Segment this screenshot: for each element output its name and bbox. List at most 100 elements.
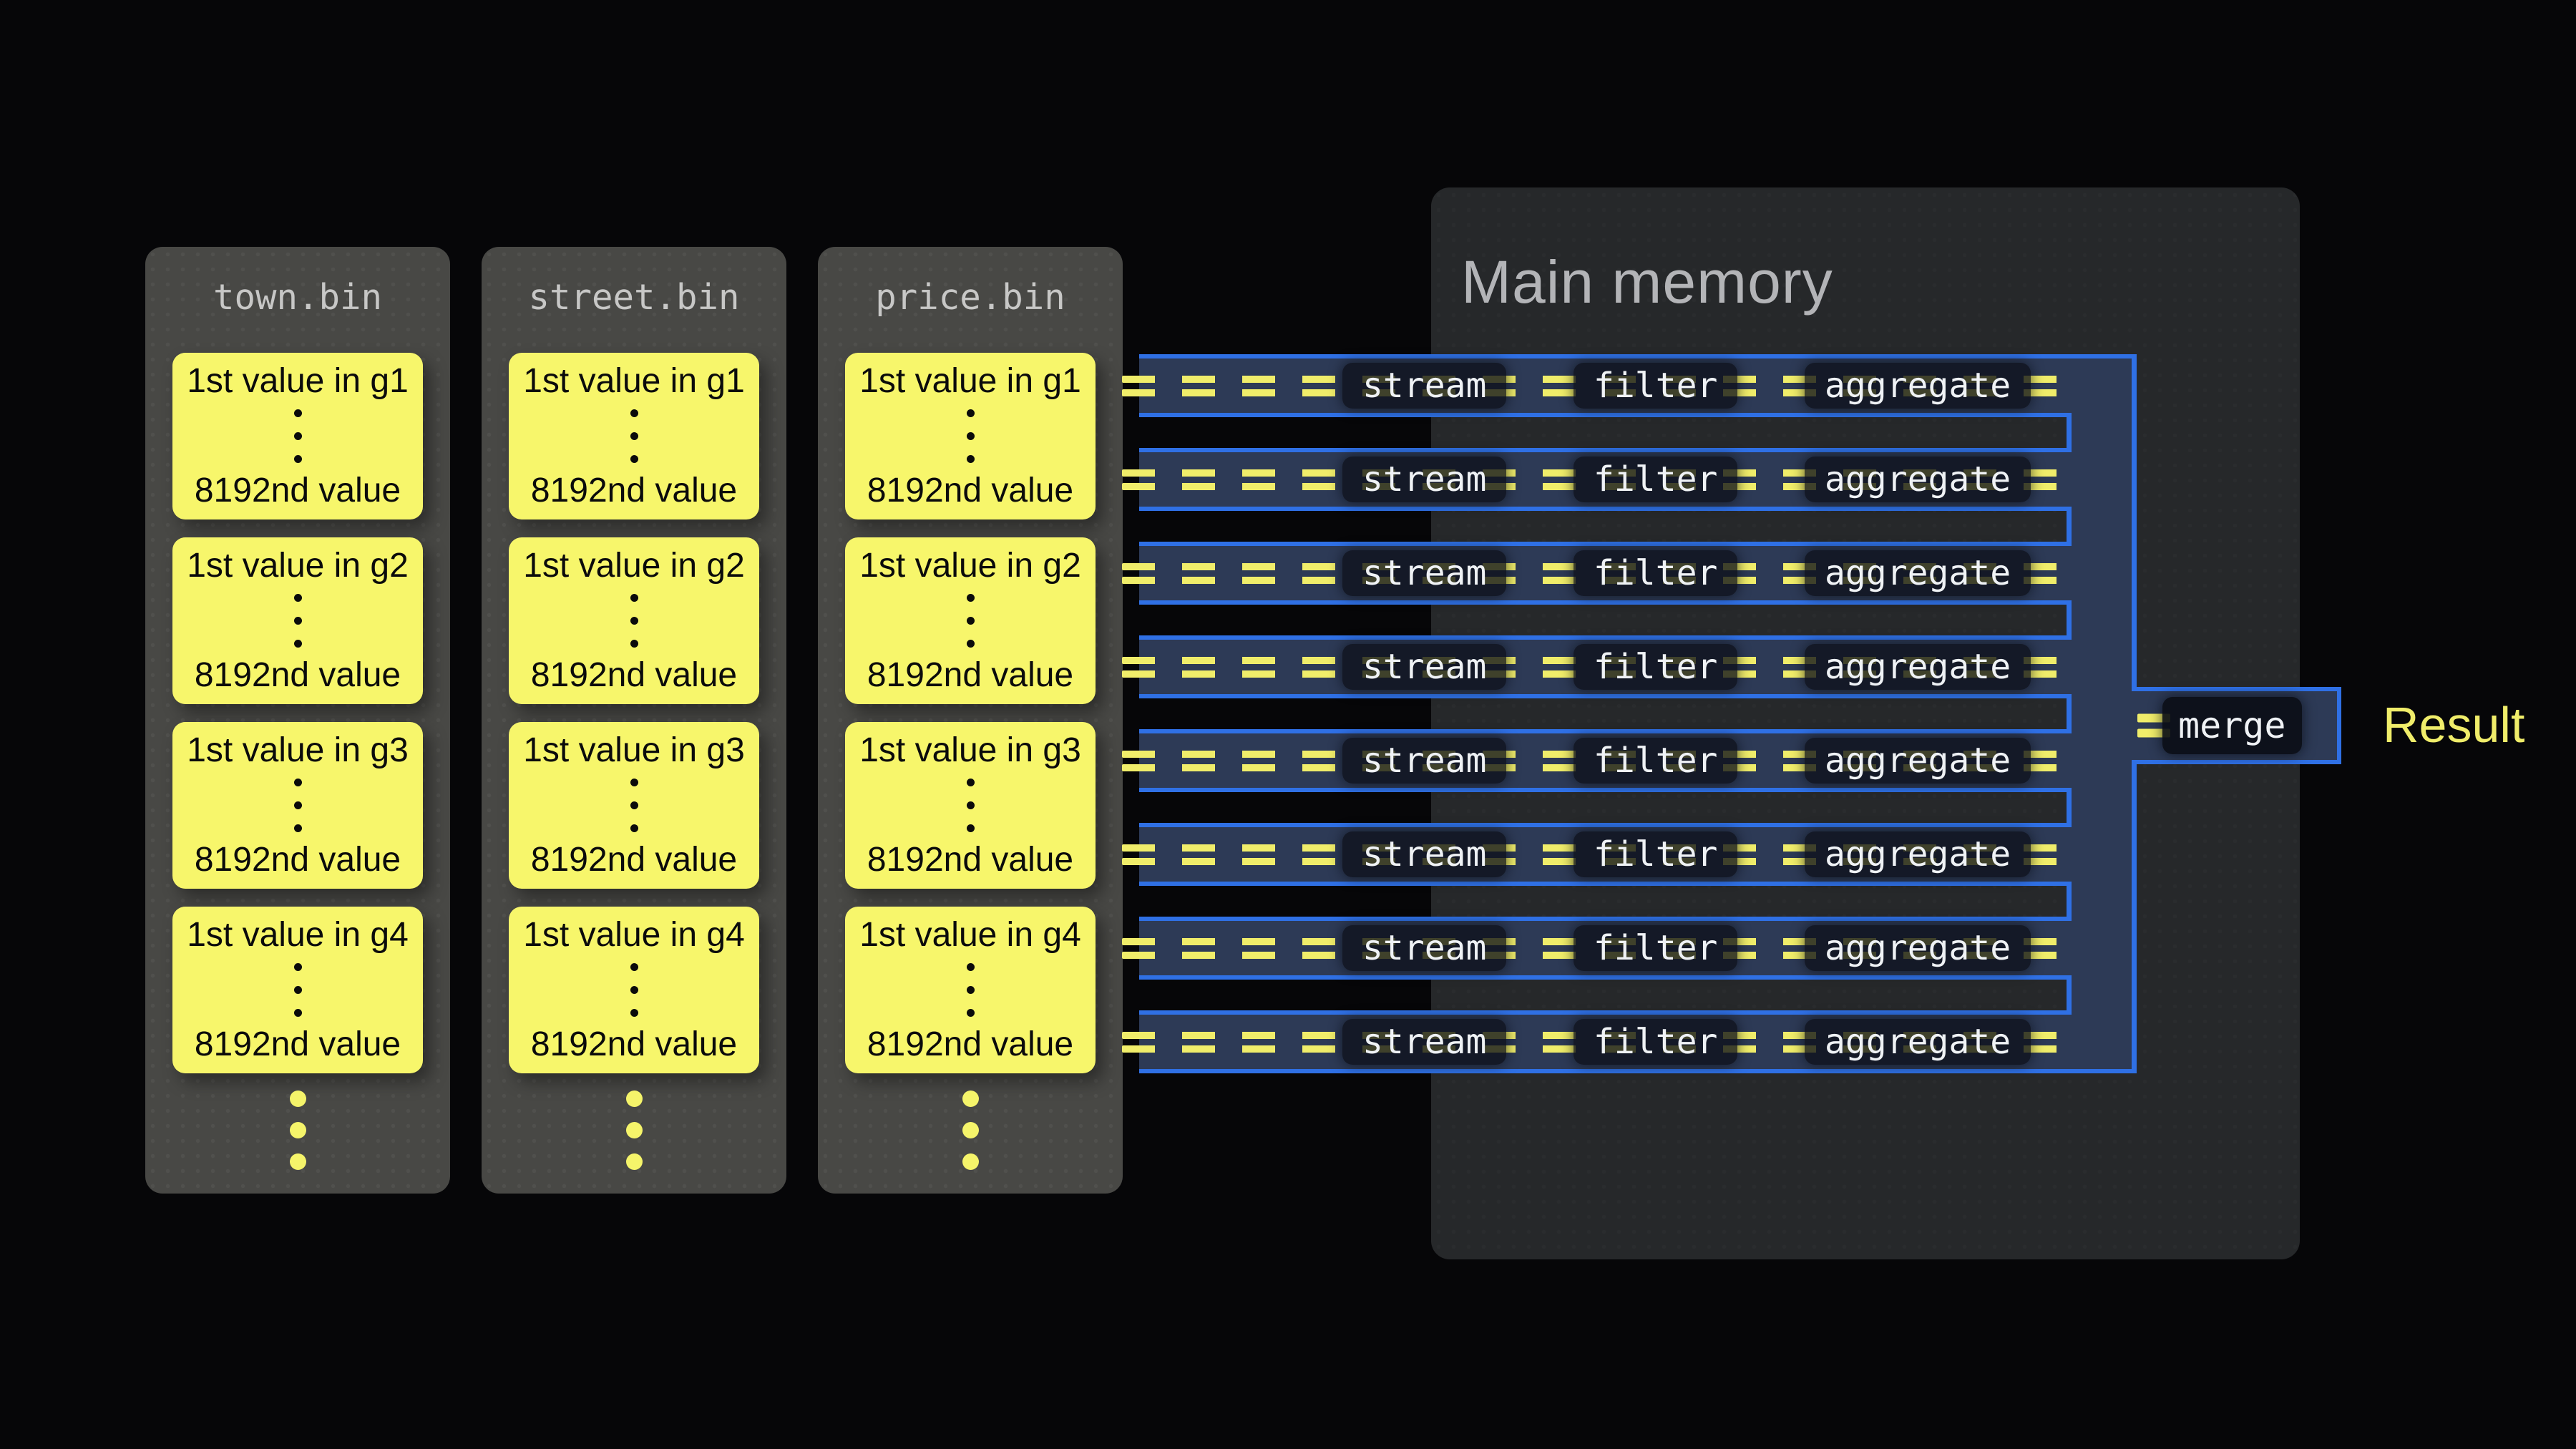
stage-chip-aggregate: aggregate [1805,457,2031,502]
stage-chip-stream: stream [1342,457,1506,502]
stage-chip-stream: stream [1342,550,1506,596]
vertical-ellipsis-icon [294,585,302,657]
more-groups-ellipsis-icon [145,1091,450,1170]
pipeline-row: stream filter aggregate [1139,823,2072,886]
group-last-value-label: 8192nd value [195,1026,401,1063]
value-group-box: 1st value in g4 8192nd value [845,907,1096,1073]
pipeline-row: stream filter aggregate [1139,354,2072,417]
group-first-value-label: 1st value in g4 [859,917,1081,954]
group-last-value-label: 8192nd value [867,1026,1073,1063]
vertical-ellipsis-icon [630,769,638,841]
stage-chip-filter: filter [1574,644,1737,690]
group-last-value-label: 8192nd value [867,841,1073,879]
pipeline-comb: stream filter aggregate stream filter ag… [1139,354,2356,1073]
vertical-ellipsis-icon [967,400,975,472]
stage-chip-aggregate: aggregate [1805,644,2031,690]
group-last-value-label: 8192nd value [531,1026,737,1063]
file-name-label: price.bin [818,280,1123,315]
pipeline-row: stream filter aggregate [1139,542,2072,605]
pipeline-row: stream filter aggregate [1139,729,2072,792]
value-group-box: 1st value in g3 8192nd value [172,722,423,889]
group-first-value-label: 1st value in g2 [187,547,409,585]
group-last-value-label: 8192nd value [195,841,401,879]
value-group-box: 1st value in g1 8192nd value [172,353,423,519]
vertical-ellipsis-icon [967,954,975,1026]
stage-chip-stream: stream [1342,363,1506,409]
group-first-value-label: 1st value in g1 [523,363,745,400]
more-groups-ellipsis-icon [818,1091,1123,1170]
stage-chip-aggregate: aggregate [1805,363,2031,409]
group-last-value-label: 8192nd value [531,841,737,879]
value-group-box: 1st value in g1 8192nd value [845,353,1096,519]
pipeline-divider [2067,600,2072,640]
group-first-value-label: 1st value in g2 [859,547,1081,585]
group-first-value-label: 1st value in g4 [523,917,745,954]
group-first-value-label: 1st value in g1 [859,363,1081,400]
stage-chip-stream: stream [1342,644,1506,690]
pipeline-trunk [2072,354,2137,1073]
stage-chip-filter: filter [1574,457,1737,502]
group-last-value-label: 8192nd value [531,472,737,509]
group-last-value-label: 8192nd value [195,657,401,694]
file-name-label: town.bin [145,280,450,315]
group-last-value-label: 8192nd value [195,472,401,509]
stage-chip-merge: merge [2162,697,2302,754]
group-last-value-label: 8192nd value [531,657,737,694]
vertical-ellipsis-icon [294,400,302,472]
result-label: Result [2383,698,2524,753]
vertical-ellipsis-icon [294,954,302,1026]
vertical-ellipsis-icon [630,585,638,657]
file-column-town: town.bin 1st value in g1 8192nd value 1s… [145,247,450,1194]
file-name-label: street.bin [482,280,786,315]
group-first-value-label: 1st value in g3 [187,732,409,769]
merge-connector: merge [2132,687,2341,764]
file-column-price: price.bin 1st value in g1 8192nd value 1… [818,247,1123,1194]
pipeline-row: stream filter aggregate [1139,448,2072,511]
pipeline-row: stream filter aggregate [1139,635,2072,698]
vertical-ellipsis-icon [967,769,975,841]
group-first-value-label: 1st value in g2 [523,547,745,585]
value-group-box: 1st value in g2 8192nd value [172,537,423,704]
stage-chip-aggregate: aggregate [1805,925,2031,971]
columnar-query-pipeline-diagram: Main memory town.bin 1st value in g1 819… [0,0,2576,1449]
group-last-value-label: 8192nd value [867,472,1073,509]
more-groups-ellipsis-icon [482,1091,786,1170]
pipeline-row: stream filter aggregate [1139,1010,2072,1073]
stage-chip-filter: filter [1574,363,1737,409]
pipeline-divider [2067,413,2072,452]
stage-chip-filter: filter [1574,831,1737,877]
pipeline-trunk-border [2132,354,2137,687]
stage-chip-stream: stream [1342,738,1506,784]
stage-chip-aggregate: aggregate [1805,738,2031,784]
stage-chip-filter: filter [1574,738,1737,784]
pipeline-divider [2067,788,2072,827]
pipeline-divider [2067,882,2072,921]
pipeline-row: stream filter aggregate [1139,917,2072,980]
value-group-box: 1st value in g4 8192nd value [509,907,759,1073]
group-first-value-label: 1st value in g1 [187,363,409,400]
value-group-box: 1st value in g2 8192nd value [509,537,759,704]
stage-chip-filter: filter [1574,550,1737,596]
value-group-box: 1st value in g4 8192nd value [172,907,423,1073]
pipeline-divider [2067,507,2072,546]
group-first-value-label: 1st value in g4 [187,917,409,954]
group-first-value-label: 1st value in g3 [523,732,745,769]
vertical-ellipsis-icon [630,400,638,472]
pipeline-trunk-border [2132,764,2137,1073]
stage-chip-aggregate: aggregate [1805,550,2031,596]
stage-chip-filter: filter [1574,925,1737,971]
stage-chip-filter: filter [1574,1019,1737,1065]
group-first-value-label: 1st value in g3 [859,732,1081,769]
stage-chip-aggregate: aggregate [1805,1019,2031,1065]
value-group-box: 1st value in g2 8192nd value [845,537,1096,704]
stage-chip-stream: stream [1342,831,1506,877]
file-column-street: street.bin 1st value in g1 8192nd value … [482,247,786,1194]
stage-chip-stream: stream [1342,1019,1506,1065]
vertical-ellipsis-icon [967,585,975,657]
group-last-value-label: 8192nd value [867,657,1073,694]
value-group-box: 1st value in g3 8192nd value [509,722,759,889]
vertical-ellipsis-icon [630,954,638,1026]
value-group-box: 1st value in g3 8192nd value [845,722,1096,889]
main-memory-title: Main memory [1461,249,1833,315]
stage-chip-aggregate: aggregate [1805,831,2031,877]
